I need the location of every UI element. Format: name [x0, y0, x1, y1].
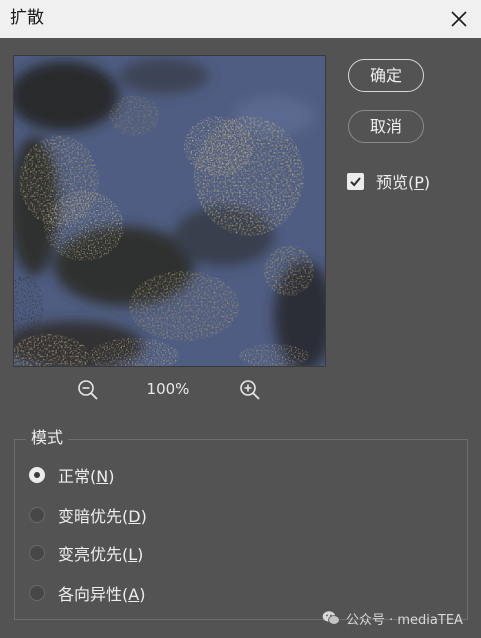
- radio-button-lighten-priority[interactable]: [29, 545, 45, 561]
- radio-label-darken-priority: 变暗优先(D): [58, 507, 147, 526]
- checkmark-icon: [350, 176, 361, 186]
- radio-option-lighten-priority[interactable]: 变亮优先(L): [29, 541, 143, 565]
- preview-checkbox-row[interactable]: 预览(P): [347, 170, 430, 192]
- wechat-icon: [322, 611, 340, 625]
- close-icon: [451, 11, 467, 27]
- window-title: 扩散: [10, 8, 44, 28]
- zoom-out-button[interactable]: [76, 378, 100, 402]
- close-button[interactable]: [437, 0, 481, 38]
- zoom-in-icon: [240, 380, 260, 400]
- radio-option-anisotropic[interactable]: 各向异性(A): [29, 581, 145, 605]
- preview-checkbox-label: 预览(P): [376, 173, 431, 192]
- zoom-in-button[interactable]: [238, 378, 262, 402]
- radio-option-normal[interactable]: 正常(N): [29, 463, 114, 487]
- zoom-out-icon: [78, 380, 98, 400]
- cancel-button[interactable]: 取消: [348, 110, 424, 143]
- preview-checkbox[interactable]: [347, 172, 364, 190]
- ok-button[interactable]: 确定: [348, 59, 424, 92]
- mode-group-legend: 模式: [26, 427, 69, 449]
- radio-label-lighten-priority: 变亮优先(L): [58, 545, 144, 564]
- title-bar: 扩散: [0, 0, 481, 38]
- zoom-level: 100%: [146, 380, 190, 398]
- radio-label-anisotropic: 各向异性(A): [58, 585, 146, 604]
- watermark-text: 公众号 · mediaTEA: [346, 612, 463, 628]
- radio-label-normal: 正常(N): [58, 467, 115, 486]
- watermark: 公众号 · mediaTEA: [322, 608, 463, 628]
- radio-button-normal[interactable]: [29, 467, 45, 483]
- radio-button-darken-priority[interactable]: [29, 507, 45, 523]
- radio-button-anisotropic[interactable]: [29, 585, 45, 601]
- radio-option-darken-priority[interactable]: 变暗优先(D): [29, 503, 147, 527]
- preview-image[interactable]: [13, 55, 326, 367]
